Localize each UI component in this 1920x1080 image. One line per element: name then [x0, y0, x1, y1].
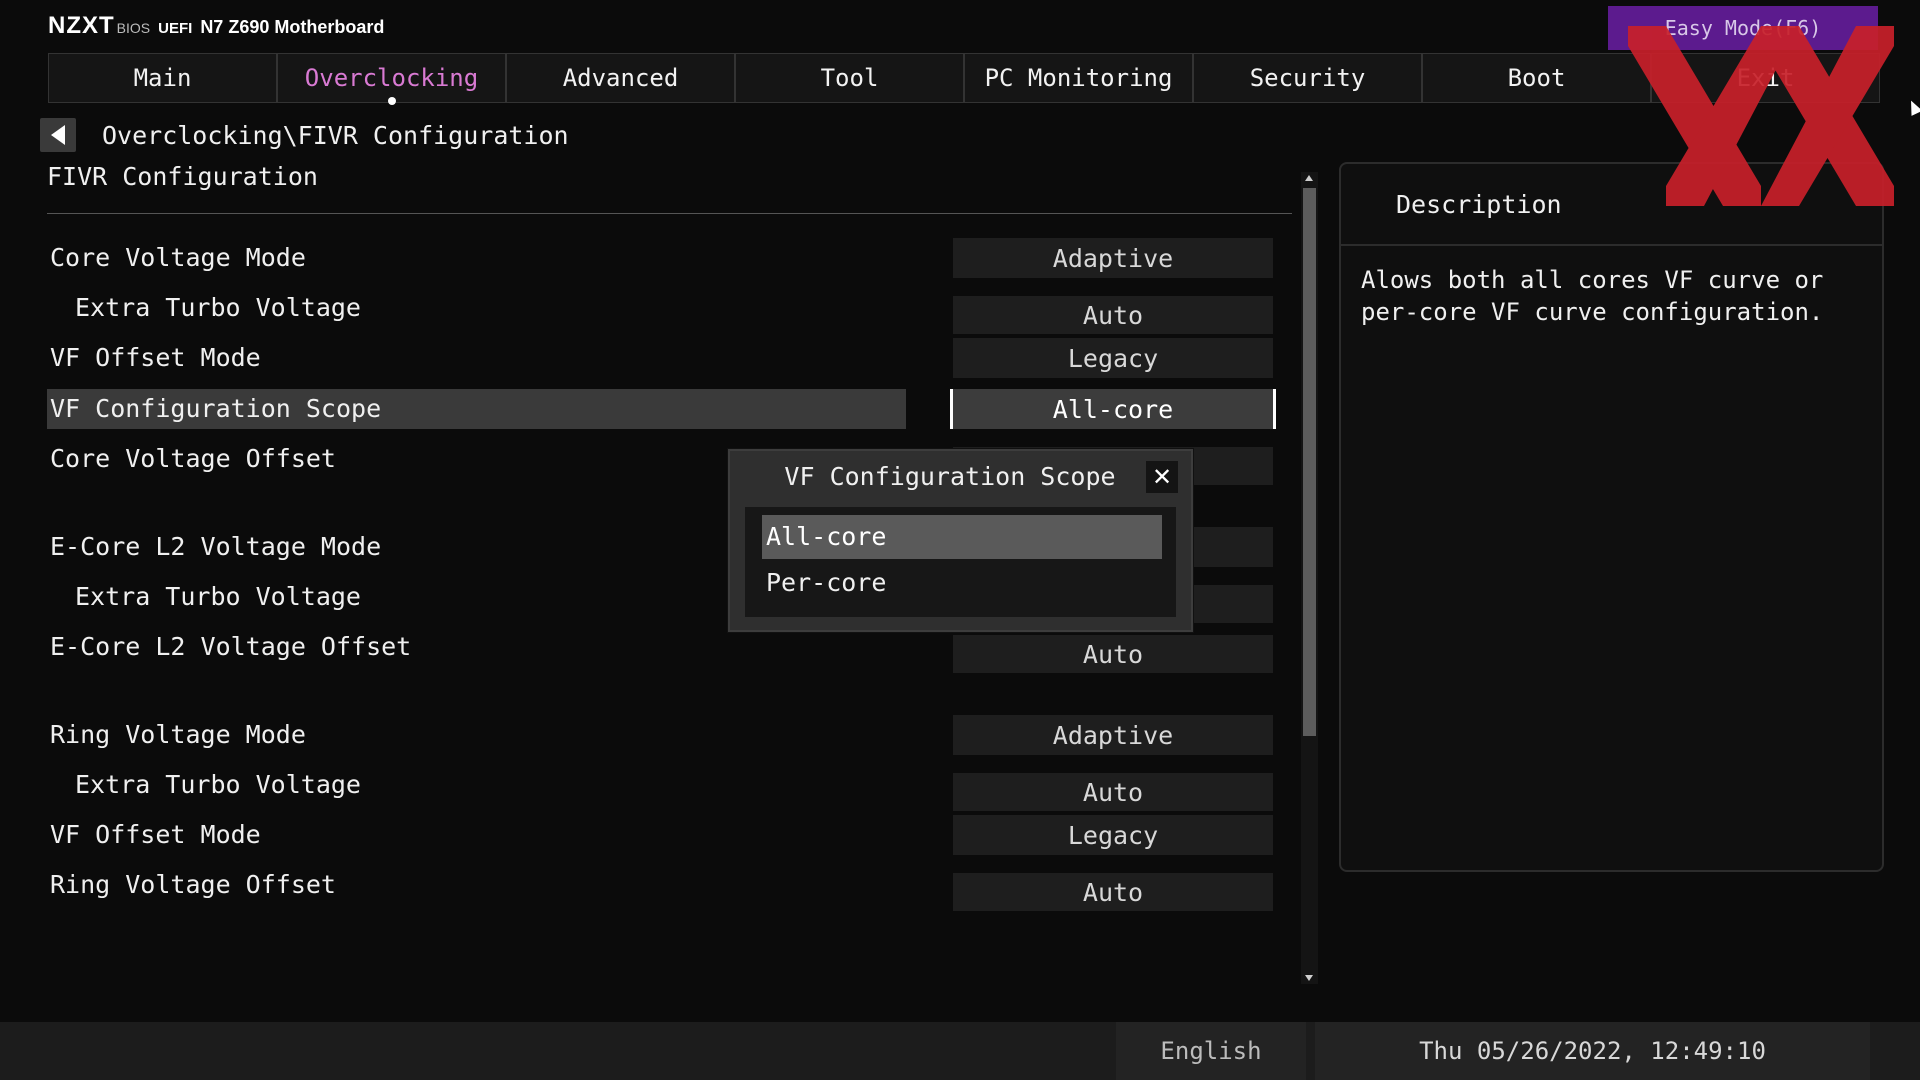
- setting-row-ring-extra-turbo-voltage[interactable]: Extra Turbo Voltage Auto: [47, 765, 1275, 811]
- tab-exit[interactable]: Exit: [1651, 53, 1880, 103]
- setting-row-ring-voltage-offset[interactable]: Ring Voltage Offset Auto: [47, 865, 1275, 911]
- scrollbar-thumb[interactable]: [1303, 188, 1316, 736]
- setting-value-button[interactable]: Adaptive: [953, 715, 1273, 755]
- setting-label: VF Configuration Scope: [50, 394, 382, 423]
- setting-row-vf-configuration-scope[interactable]: VF Configuration Scope All-core: [47, 389, 1276, 429]
- description-line: Alows both all cores VF curve or: [1361, 266, 1824, 294]
- language-selector[interactable]: English: [1116, 1022, 1306, 1080]
- setting-value-button[interactable]: Adaptive: [953, 238, 1273, 278]
- setting-row-ring-vf-offset-mode[interactable]: VF Offset Mode Legacy: [47, 815, 1275, 855]
- scroll-down-arrow-icon[interactable]: [1305, 975, 1313, 981]
- setting-label: VF Offset Mode: [50, 343, 261, 372]
- option-all-core[interactable]: All-core: [762, 515, 1162, 559]
- date-time-display[interactable]: Thu 05/26/2022, 12:49:10: [1315, 1022, 1870, 1080]
- setting-value-button[interactable]: Legacy: [953, 338, 1273, 378]
- setting-label: E-Core L2 Voltage Offset: [50, 632, 412, 661]
- setting-label: Ring Voltage Mode: [50, 720, 306, 749]
- description-text: Alows both all cores VF curve or per-cor…: [1341, 246, 1882, 346]
- description-title: Description: [1341, 164, 1882, 246]
- option-per-core[interactable]: Per-core: [762, 561, 1162, 605]
- setting-value-button[interactable]: All-core: [950, 389, 1276, 429]
- description-panel: Description Alows both all cores VF curv…: [1339, 162, 1884, 872]
- setting-row-core-voltage-mode[interactable]: Core Voltage Mode Adaptive: [47, 238, 1275, 278]
- description-line: per-core VF curve configuration.: [1361, 298, 1824, 326]
- setting-label: Extra Turbo Voltage: [75, 293, 361, 322]
- setting-value-button[interactable]: Auto: [953, 873, 1273, 911]
- setting-value-button[interactable]: Auto: [953, 773, 1273, 811]
- setting-label: Extra Turbo Voltage: [75, 770, 361, 799]
- mouse-pointer-icon: [1905, 98, 1920, 116]
- setting-row-core-extra-turbo-voltage[interactable]: Extra Turbo Voltage Auto: [47, 288, 1275, 334]
- setting-label: Core Voltage Offset: [50, 444, 336, 473]
- setting-label: Ring Voltage Offset: [50, 870, 336, 899]
- tab-boot[interactable]: Boot: [1422, 53, 1651, 103]
- dialog-option-list: All-core Per-core: [745, 507, 1176, 617]
- setting-row-core-vf-offset-mode[interactable]: VF Offset Mode Legacy: [47, 338, 1275, 378]
- setting-row-ring-voltage-mode[interactable]: Ring Voltage Mode Adaptive: [47, 715, 1275, 755]
- setting-label: VF Offset Mode: [50, 820, 261, 849]
- setting-label: Extra Turbo Voltage: [75, 582, 361, 611]
- setting-label: E-Core L2 Voltage Mode: [50, 532, 382, 561]
- vf-configuration-scope-dialog: VF Configuration Scope ✕ All-core Per-co…: [728, 449, 1193, 632]
- scroll-up-arrow-icon[interactable]: [1305, 175, 1313, 181]
- setting-row-ecore-l2-voltage-offset[interactable]: E-Core L2 Voltage Offset Auto: [47, 627, 1275, 673]
- setting-value-button[interactable]: Legacy: [953, 815, 1273, 855]
- status-footer: English Thu 05/26/2022, 12:49:10: [0, 1022, 1920, 1080]
- dialog-title: VF Configuration Scope: [784, 462, 1116, 491]
- easy-mode-button[interactable]: Easy Mode(F6): [1608, 6, 1878, 50]
- setting-value-button[interactable]: Auto: [953, 635, 1273, 673]
- settings-scrollbar[interactable]: [1301, 172, 1318, 984]
- setting-label: Core Voltage Mode: [50, 243, 306, 272]
- close-icon[interactable]: ✕: [1146, 461, 1178, 493]
- setting-value-button[interactable]: Auto: [953, 296, 1273, 334]
